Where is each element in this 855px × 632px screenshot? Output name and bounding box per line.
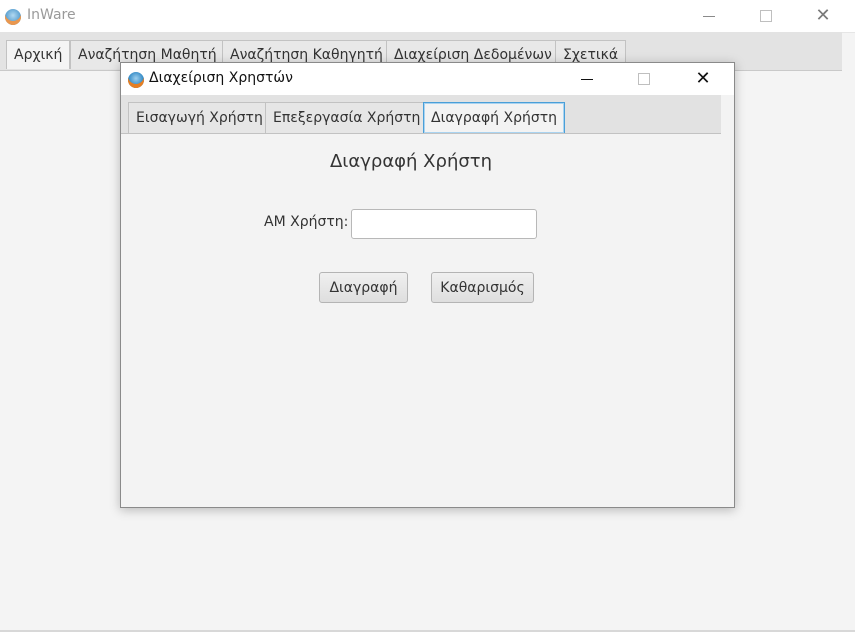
maximize-icon bbox=[760, 10, 772, 22]
panel-heading: Διαγραφή Χρήστη bbox=[329, 151, 493, 172]
minimize-icon bbox=[581, 78, 593, 80]
delete-button[interactable]: Διαγραφή bbox=[319, 272, 408, 303]
app-logo-icon bbox=[5, 9, 21, 25]
tab-insert-user[interactable]: Εισαγωγή Χρήστη bbox=[128, 102, 271, 133]
clear-button[interactable]: Καθαρισμός bbox=[431, 272, 534, 303]
close-icon: ✕ bbox=[815, 5, 831, 26]
main-titlebar: InWare ✕ bbox=[0, 0, 855, 33]
dialog-tab-bar: Εισαγωγή Χρήστη Επεξεργασία Χρήστη Διαγρ… bbox=[121, 95, 721, 134]
dialog-titlebar: Διαχείριση Χρηστών ✕ bbox=[121, 63, 734, 95]
tab-home[interactable]: Αρχική bbox=[6, 40, 71, 69]
am-field-label: ΑΜ Χρήστη: bbox=[264, 214, 349, 230]
minimize-icon bbox=[703, 15, 715, 17]
tab-edit-user[interactable]: Επεξεργασία Χρήστη bbox=[265, 102, 429, 133]
dialog-close-button[interactable]: ✕ bbox=[680, 63, 726, 95]
main-minimize-button[interactable] bbox=[686, 0, 732, 32]
main-close-button[interactable]: ✕ bbox=[800, 0, 846, 32]
dialog-maximize-button[interactable] bbox=[621, 63, 667, 95]
close-icon: ✕ bbox=[695, 68, 711, 89]
user-management-dialog: Διαχείριση Χρηστών ✕ Εισαγωγή Χρήστη Επε… bbox=[120, 62, 735, 508]
main-window-title: InWare bbox=[27, 7, 76, 23]
am-input[interactable] bbox=[351, 209, 537, 239]
maximize-icon bbox=[638, 73, 650, 85]
dialog-minimize-button[interactable] bbox=[564, 63, 610, 95]
dialog-app-icon bbox=[128, 72, 144, 88]
dialog-title: Διαχείριση Χρηστών bbox=[149, 70, 293, 86]
main-maximize-button[interactable] bbox=[743, 0, 789, 32]
tab-delete-user[interactable]: Διαγραφή Χρήστη bbox=[423, 102, 566, 133]
